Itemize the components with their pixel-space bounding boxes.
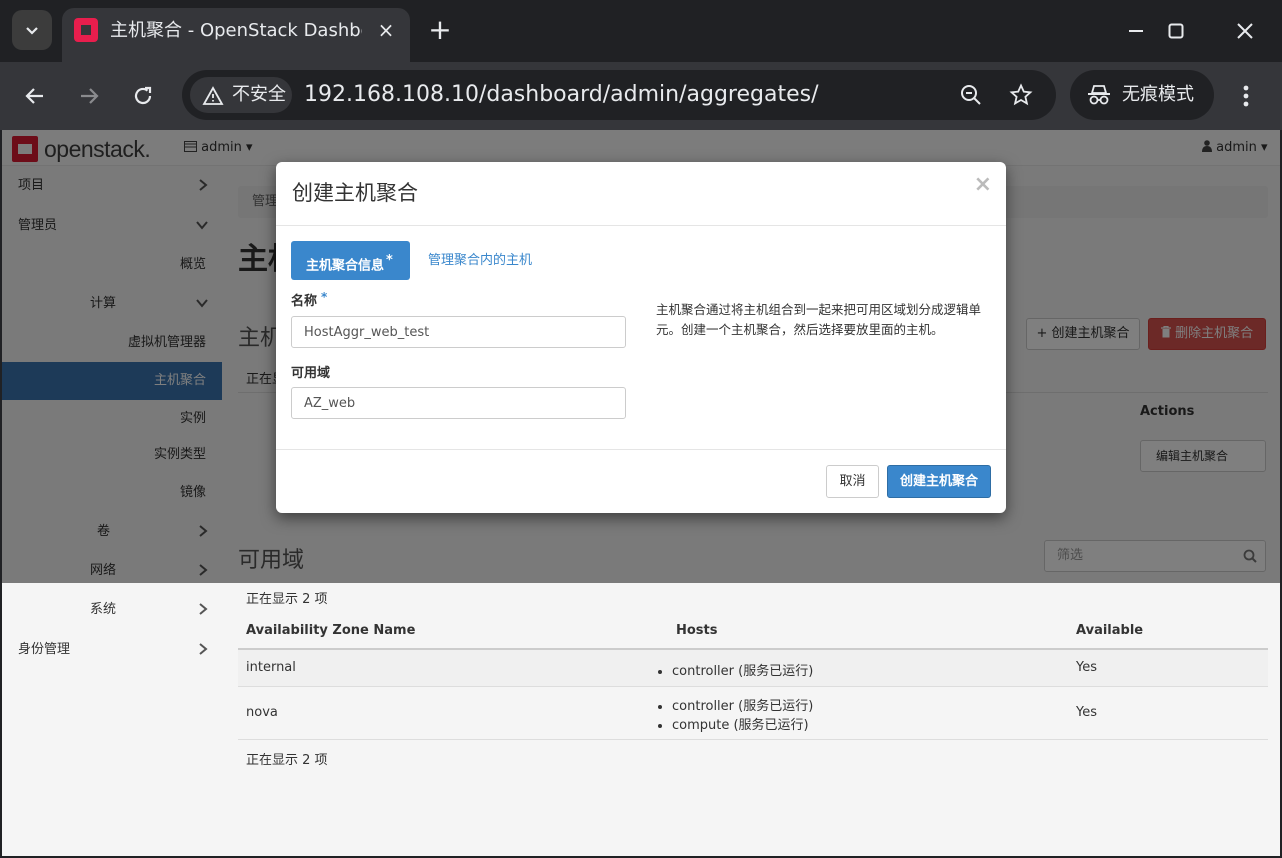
bookmark-star-icon[interactable] bbox=[1008, 82, 1034, 108]
divider bbox=[276, 225, 1006, 226]
tab-search-button[interactable] bbox=[12, 10, 52, 50]
back-button[interactable] bbox=[17, 78, 53, 114]
maximize-icon bbox=[1168, 23, 1184, 39]
reload-button[interactable] bbox=[125, 78, 161, 114]
az-row-host: controller (服务已运行) bbox=[658, 695, 813, 714]
security-label: 不安全 bbox=[232, 84, 286, 105]
url-text[interactable]: 192.168.108.10/dashboard/admin/aggregate… bbox=[304, 79, 819, 111]
az-row-name: nova bbox=[246, 705, 278, 720]
az-row-available: Yes bbox=[1076, 705, 1097, 720]
modal-title: 创建主机聚合 bbox=[292, 181, 418, 205]
az-row-host: compute (服务已运行) bbox=[658, 714, 809, 733]
divider bbox=[238, 686, 1268, 687]
chevron-right-icon bbox=[198, 591, 208, 629]
more-vert-icon bbox=[1243, 85, 1249, 107]
sidebar-item-label: 系统 bbox=[90, 602, 117, 617]
close-icon bbox=[1237, 23, 1253, 39]
back-arrow-icon bbox=[25, 88, 43, 104]
cancel-button[interactable]: 取消 bbox=[826, 465, 879, 498]
chevron-right-icon bbox=[198, 631, 208, 669]
zoom-icon[interactable] bbox=[958, 82, 984, 108]
maximize-button[interactable] bbox=[1158, 14, 1194, 48]
browser-tab-active[interactable]: 主机聚合 - OpenStack Dashboard × bbox=[62, 8, 410, 62]
tab-aggregate-info[interactable]: 主机聚合信息 * bbox=[291, 241, 410, 280]
tab-close-icon[interactable]: × bbox=[376, 19, 396, 41]
az-count-bottom: 正在显示 2 项 bbox=[246, 753, 328, 768]
forward-button[interactable] bbox=[71, 78, 107, 114]
required-mark: * bbox=[321, 290, 328, 304]
security-indicator[interactable]: 不安全 bbox=[190, 77, 292, 113]
incognito-indicator[interactable]: 无痕模式 bbox=[1070, 70, 1214, 120]
divider bbox=[276, 449, 1006, 450]
az-col-hosts: Hosts bbox=[676, 623, 718, 638]
name-field-label: 名称 * bbox=[291, 290, 328, 309]
required-mark: * bbox=[386, 253, 393, 268]
create-aggregate-modal: 创建主机聚合 × 主机聚合信息* 管理聚合内的主机 名称* 可用域 主机聚合通过… bbox=[276, 162, 1006, 513]
availability-zone-input[interactable] bbox=[291, 387, 626, 419]
sidebar-item-system[interactable]: 系统 bbox=[2, 591, 222, 629]
minimize-icon bbox=[1129, 30, 1143, 32]
incognito-label: 无痕模式 bbox=[1122, 84, 1194, 105]
chevron-down-icon bbox=[26, 27, 38, 35]
minimize-button[interactable] bbox=[1118, 14, 1154, 48]
browser-tab-bar: 主机聚合 - OpenStack Dashboard × + bbox=[0, 0, 1282, 62]
openstack-page: openstack. admin ▾ admin ▾ 项目 管理员 概览 计算 bbox=[2, 130, 1280, 856]
openstack-favicon-icon bbox=[74, 18, 98, 42]
az-col-available: Available bbox=[1076, 623, 1144, 638]
sidebar-item-identity[interactable]: 身份管理 bbox=[2, 631, 222, 669]
az-row-available: Yes bbox=[1076, 660, 1097, 675]
divider bbox=[238, 739, 1268, 740]
warning-icon bbox=[202, 86, 224, 105]
address-bar[interactable]: 不安全 192.168.108.10/dashboard/admin/aggre… bbox=[182, 70, 1056, 120]
tab-manage-hosts[interactable]: 管理聚合内的主机 bbox=[428, 241, 532, 280]
browser-toolbar: 不安全 192.168.108.10/dashboard/admin/aggre… bbox=[0, 62, 1282, 130]
sidebar-item-label: 身份管理 bbox=[18, 642, 71, 657]
modal-close-icon[interactable]: × bbox=[974, 172, 992, 197]
tab-title: 主机聚合 - OpenStack Dashboard bbox=[110, 20, 362, 41]
az-count-top: 正在显示 2 项 bbox=[246, 592, 328, 607]
submit-create-aggregate-button[interactable]: 创建主机聚合 bbox=[887, 465, 991, 498]
az-field-label: 可用域 bbox=[291, 366, 331, 381]
browser-menu-button[interactable] bbox=[1234, 80, 1258, 112]
name-input[interactable] bbox=[291, 316, 626, 348]
az-col-name: Availability Zone Name bbox=[246, 623, 416, 638]
forward-arrow-icon bbox=[81, 88, 99, 104]
modal-description: 主机聚合通过将主机组合到一起来把可用区域划分成逻辑单元。创建一个主机聚合，然后选… bbox=[656, 302, 982, 337]
az-row-host: controller (服务已运行) bbox=[658, 660, 813, 679]
new-tab-button[interactable]: + bbox=[426, 14, 454, 46]
tab-label: 主机聚合信息 bbox=[306, 258, 385, 274]
az-row-name: internal bbox=[246, 660, 296, 675]
reload-icon bbox=[134, 86, 152, 105]
close-window-button[interactable] bbox=[1227, 14, 1263, 48]
incognito-icon bbox=[1088, 85, 1110, 105]
